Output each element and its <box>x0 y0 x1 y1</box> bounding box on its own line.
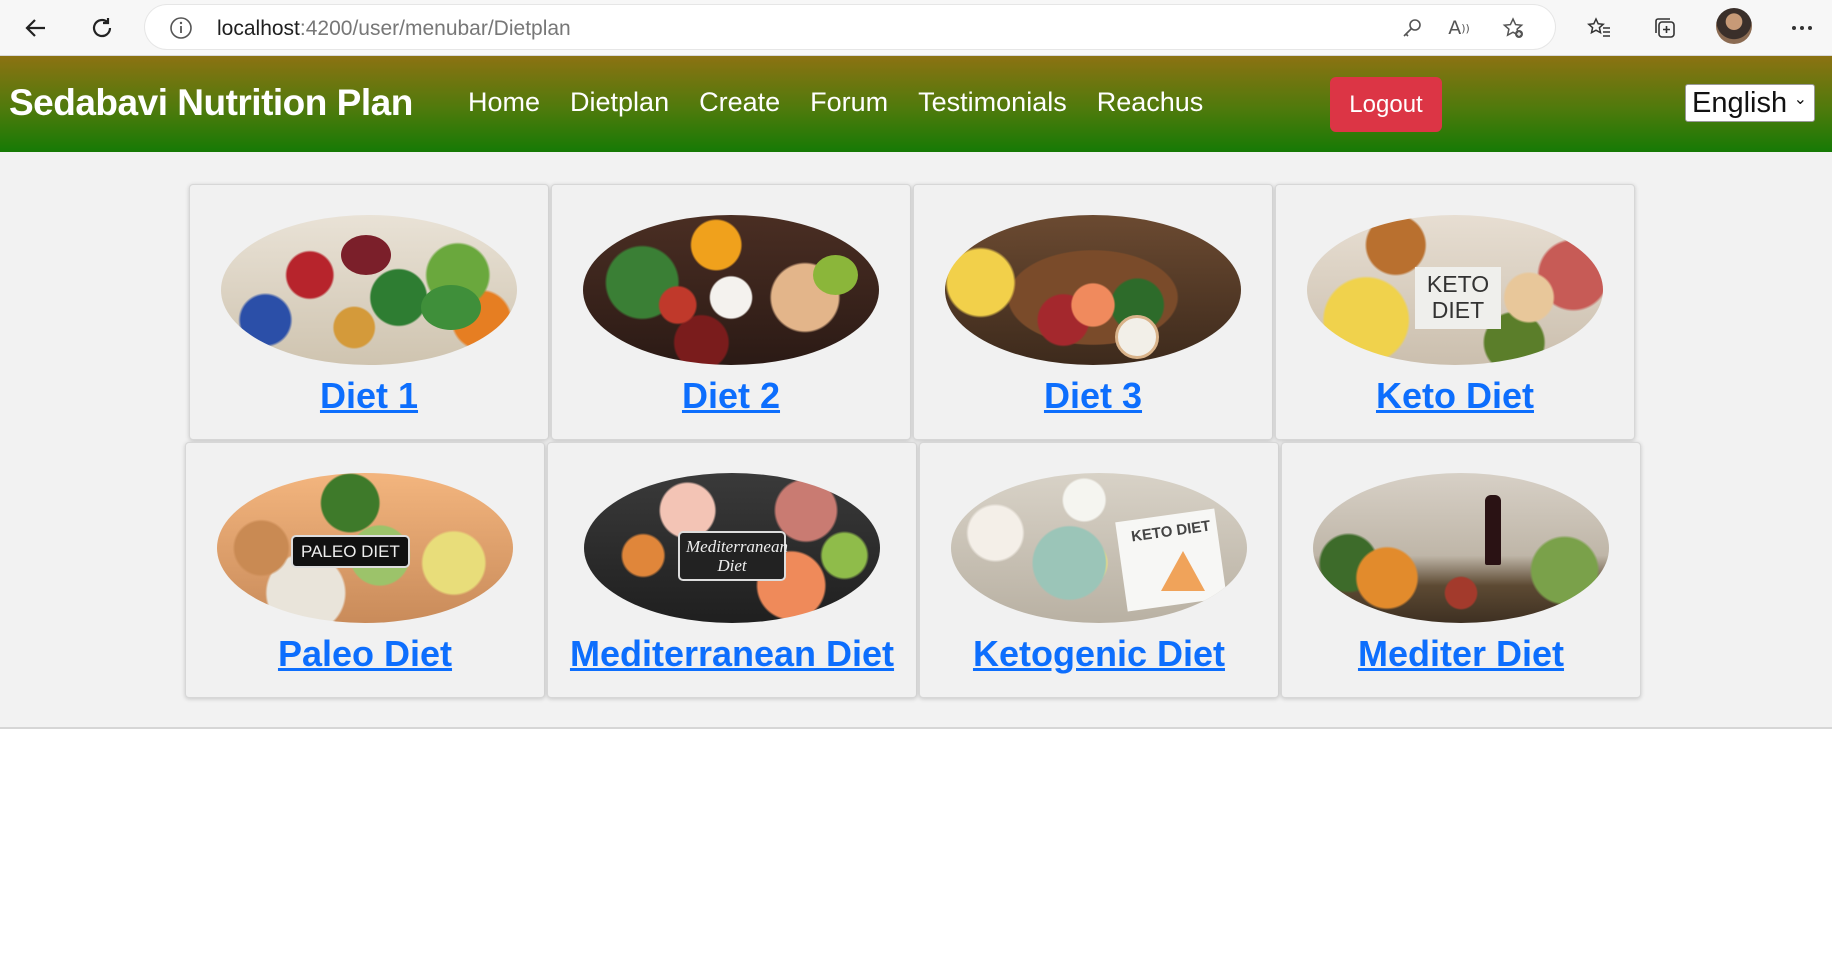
diet-grid: Diet 1 Diet 2 Diet 3 KETO DIET Keto Diet … <box>0 152 1832 729</box>
more-options-icon[interactable] <box>1786 12 1818 44</box>
back-arrow-icon[interactable] <box>16 8 56 48</box>
diet-card-diet-1[interactable]: Diet 1 <box>189 184 549 440</box>
favorites-icon[interactable] <box>1583 12 1615 44</box>
browser-toolbar: localhost:4200/user/menubar/Dietplan A)) <box>0 0 1832 56</box>
diet-title-link[interactable]: Diet 1 <box>190 375 548 417</box>
nav-testimonials[interactable]: Testimonials <box>918 87 1067 118</box>
site-info-icon[interactable] <box>169 16 193 45</box>
app-navbar: Sedabavi Nutrition Plan Home Dietplan Cr… <box>0 56 1832 152</box>
diet-image: Mediterranean Diet <box>584 473 880 623</box>
url-text: localhost:4200/user/menubar/Dietplan <box>217 17 571 41</box>
diet-card-diet-2[interactable]: Diet 2 <box>551 184 911 440</box>
diet-title-link[interactable]: Ketogenic Diet <box>920 633 1278 675</box>
language-value: English <box>1692 86 1788 119</box>
diet-card-mediterranean-diet[interactable]: Mediterranean Diet Mediterranean Diet <box>547 442 917 698</box>
profile-avatar[interactable] <box>1716 8 1752 44</box>
nav-dietplan[interactable]: Dietplan <box>570 87 669 118</box>
url-host: localhost <box>217 17 300 40</box>
url-path: :4200/user/menubar/Dietplan <box>299 17 571 40</box>
diet-card-mediter-diet[interactable]: Mediter Diet <box>1281 442 1641 698</box>
diet-card-paleo-diet[interactable]: PALEO DIET Paleo Diet <box>185 442 545 698</box>
diet-title-link[interactable]: Keto Diet <box>1276 375 1634 417</box>
diet-card-keto-diet[interactable]: KETO DIET Keto Diet <box>1275 184 1635 440</box>
diet-image: KETO DIET <box>1307 215 1603 365</box>
logout-button[interactable]: Logout <box>1330 77 1442 132</box>
mediterranean-sign: Mediterranean Diet <box>678 531 788 581</box>
read-aloud-icon[interactable]: A)) <box>1447 16 1471 40</box>
diet-image <box>1313 473 1609 623</box>
collections-icon[interactable] <box>1649 12 1681 44</box>
diet-card-ketogenic-diet[interactable]: KETO DIET Ketogenic Diet <box>919 442 1279 698</box>
key-icon[interactable] <box>1400 16 1424 40</box>
chevron-down-icon: ⌄ <box>1793 89 1807 108</box>
diet-image: KETO DIET <box>951 473 1247 623</box>
diet-title-link[interactable]: Diet 2 <box>552 375 910 417</box>
diet-title-link[interactable]: Mediterranean Diet <box>548 633 916 675</box>
diet-image: PALEO DIET <box>217 473 513 623</box>
diet-image <box>583 215 879 365</box>
paleo-sign: PALEO DIET <box>291 535 410 568</box>
main-menu: Home Dietplan Create Forum Testimonials … <box>468 87 1203 118</box>
nav-create[interactable]: Create <box>699 87 780 118</box>
diet-card-diet-3[interactable]: Diet 3 <box>913 184 1273 440</box>
brand-title[interactable]: Sedabavi Nutrition Plan <box>9 82 413 124</box>
nav-forum[interactable]: Forum <box>810 87 888 118</box>
language-select[interactable]: English ⌄ <box>1685 84 1815 122</box>
add-favorite-icon[interactable] <box>1501 16 1525 40</box>
nav-reachus[interactable]: Reachus <box>1097 87 1204 118</box>
diet-image <box>221 215 517 365</box>
diet-image <box>945 215 1241 365</box>
nav-home[interactable]: Home <box>468 87 540 118</box>
reload-icon[interactable] <box>82 8 122 48</box>
address-bar[interactable]: localhost:4200/user/menubar/Dietplan A)) <box>145 5 1555 49</box>
diet-title-link[interactable]: Paleo Diet <box>186 633 544 675</box>
diet-title-link[interactable]: Diet 3 <box>914 375 1272 417</box>
diet-title-link[interactable]: Mediter Diet <box>1282 633 1640 675</box>
